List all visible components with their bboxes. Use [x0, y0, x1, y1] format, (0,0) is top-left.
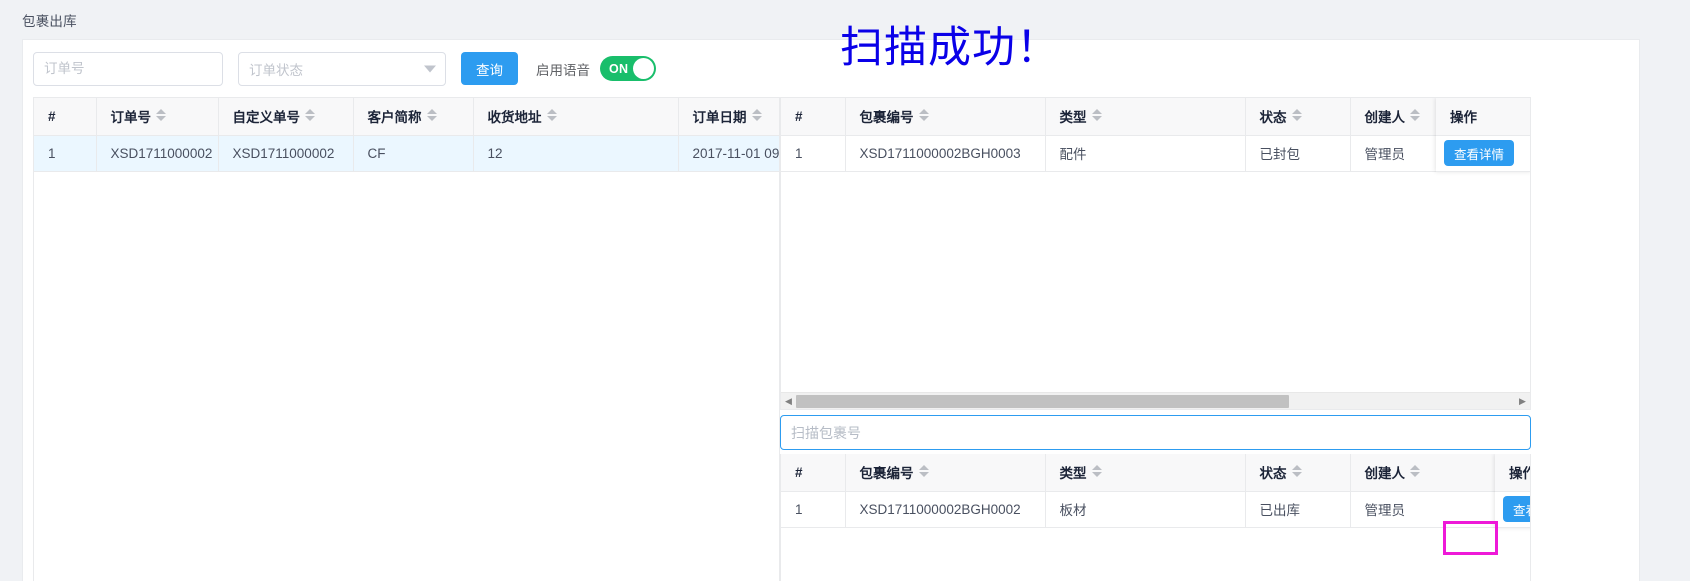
table-row: 查看详情 移除 — [1495, 491, 1531, 527]
order-col-index: # — [34, 98, 96, 135]
order-table-header-row: # 订单号 自定义单号 客户简称 收货地址 订单日期 — [34, 98, 780, 135]
table-row[interactable]: 1 XSD1711000002 XSD1711000002 CF 12 2017… — [34, 135, 780, 171]
package-table-panel: # 包裹编号 类型 状态 创建人 操作 1 — [780, 97, 1531, 410]
scanned-cell-index: 1 — [781, 491, 845, 527]
scan-input-wrapper — [780, 415, 1531, 450]
scanned-table-panel: # 包裹编号 类型 状态 创建人 操作 1 XSD1711000 — [780, 454, 1531, 581]
toggle-knob — [633, 58, 654, 79]
sort-icon[interactable] — [919, 109, 929, 121]
scanned-col-package-no[interactable]: 包裹编号 — [845, 454, 1045, 491]
package-cell-package-no: XSD1711000002BGH0003 — [845, 135, 1045, 171]
view-detail-button[interactable]: 查看详情 — [1503, 496, 1531, 522]
table-row[interactable]: 1 XSD1711000002BGH0002 板材 已出库 管理员 — [781, 491, 1531, 527]
scanned-col-type[interactable]: 类型 — [1045, 454, 1245, 491]
scanned-fixed-action-column: 操作 查看详情 移除 — [1495, 454, 1531, 528]
voice-toggle-label: 启用语音 — [536, 59, 590, 79]
sort-icon[interactable] — [427, 109, 437, 121]
scanned-cell-type: 板材 — [1045, 491, 1245, 527]
package-fixed-action-column: 操作 查看详情 — [1436, 98, 1531, 172]
chevron-down-icon — [424, 65, 436, 72]
package-cell-status: 已封包 — [1245, 135, 1350, 171]
scroll-left-icon[interactable]: ◀ — [781, 396, 796, 407]
sort-icon[interactable] — [752, 109, 762, 121]
package-col-index: # — [781, 98, 845, 135]
order-col-date[interactable]: 订单日期 — [678, 98, 780, 135]
sort-icon[interactable] — [305, 109, 315, 121]
scanned-col-index: # — [781, 454, 845, 491]
order-col-order-no[interactable]: 订单号 — [96, 98, 218, 135]
scanned-col-status[interactable]: 状态 — [1245, 454, 1350, 491]
scroll-right-icon[interactable]: ▶ — [1515, 396, 1530, 407]
view-detail-button[interactable]: 查看详情 — [1444, 140, 1514, 166]
sort-icon[interactable] — [1092, 465, 1102, 477]
order-cell-customer: CF — [353, 135, 473, 171]
sort-icon[interactable] — [156, 109, 166, 121]
scanned-cell-creator: 管理员 — [1350, 491, 1505, 527]
package-col-type[interactable]: 类型 — [1045, 98, 1245, 135]
breadcrumb: 包裹出库 — [22, 10, 77, 30]
sort-icon[interactable] — [1292, 465, 1302, 477]
package-side-panel: # 包裹编号 类型 状态 创建人 操作 1 — [780, 97, 1531, 581]
order-cell-custom-no: XSD1711000002 — [218, 135, 353, 171]
package-table: # 包裹编号 类型 状态 创建人 操作 1 — [781, 98, 1531, 172]
scanned-fixed-col-action: 操作 — [1495, 454, 1531, 491]
order-status-select[interactable]: 订单状态 — [238, 52, 446, 86]
package-fixed-col-action: 操作 — [1436, 98, 1531, 135]
sort-icon[interactable] — [919, 465, 929, 477]
package-cell-index: 1 — [781, 135, 845, 171]
scanned-cell-status: 已出库 — [1245, 491, 1350, 527]
scan-package-input[interactable] — [780, 415, 1531, 450]
order-cell-index: 1 — [34, 135, 96, 171]
order-col-customer[interactable]: 客户简称 — [353, 98, 473, 135]
scanned-table-header-row: # 包裹编号 类型 状态 创建人 操作 — [781, 454, 1531, 491]
order-table-panel: # 订单号 自定义单号 客户简称 收货地址 订单日期 1 XSD17110000… — [33, 97, 780, 581]
table-row: 查看详情 — [1436, 135, 1531, 171]
table-row[interactable]: 1 XSD1711000002BGH0003 配件 已封包 管理员 — [781, 135, 1531, 171]
search-button[interactable]: 查询 — [461, 52, 518, 85]
order-status-placeholder: 订单状态 — [249, 59, 303, 79]
package-action-cell: 查看详情 — [1436, 135, 1531, 171]
sort-icon[interactable] — [547, 109, 557, 121]
package-table-header-row: # 包裹编号 类型 状态 创建人 操作 — [781, 98, 1531, 135]
scanned-table: # 包裹编号 类型 状态 创建人 操作 1 XSD1711000 — [781, 454, 1531, 528]
package-table-hscrollbar[interactable]: ◀ ▶ — [781, 392, 1530, 409]
voice-toggle-switch[interactable]: ON — [600, 56, 656, 81]
scrollbar-thumb[interactable] — [796, 395, 1289, 408]
sort-icon[interactable] — [1092, 109, 1102, 121]
order-cell-order-no: XSD1711000002 — [96, 135, 218, 171]
order-no-input[interactable] — [33, 52, 223, 86]
scanned-col-creator[interactable]: 创建人 — [1350, 454, 1505, 491]
scanned-action-cell: 查看详情 移除 — [1495, 491, 1531, 527]
filter-toolbar: 订单状态 查询 启用语音 ON — [23, 40, 1641, 97]
sort-icon[interactable] — [1410, 465, 1420, 477]
sort-icon[interactable] — [1410, 109, 1420, 121]
order-cell-date: 2017-11-01 09: — [678, 135, 780, 171]
scan-success-toast: 扫描成功！ — [840, 27, 1060, 70]
voice-toggle-state: ON — [609, 62, 628, 76]
content-card: 订单状态 查询 启用语音 ON # — [22, 39, 1640, 581]
package-col-package-no[interactable]: 包裹编号 — [845, 98, 1045, 135]
order-table: # 订单号 自定义单号 客户简称 收货地址 订单日期 1 XSD17110000… — [34, 98, 780, 172]
order-col-address[interactable]: 收货地址 — [473, 98, 678, 135]
scanned-cell-package-no: XSD1711000002BGH0002 — [845, 491, 1045, 527]
order-col-custom-no[interactable]: 自定义单号 — [218, 98, 353, 135]
order-cell-address: 12 — [473, 135, 678, 171]
scrollbar-track[interactable] — [796, 393, 1515, 410]
sort-icon[interactable] — [1292, 109, 1302, 121]
package-cell-type: 配件 — [1045, 135, 1245, 171]
package-col-status[interactable]: 状态 — [1245, 98, 1350, 135]
